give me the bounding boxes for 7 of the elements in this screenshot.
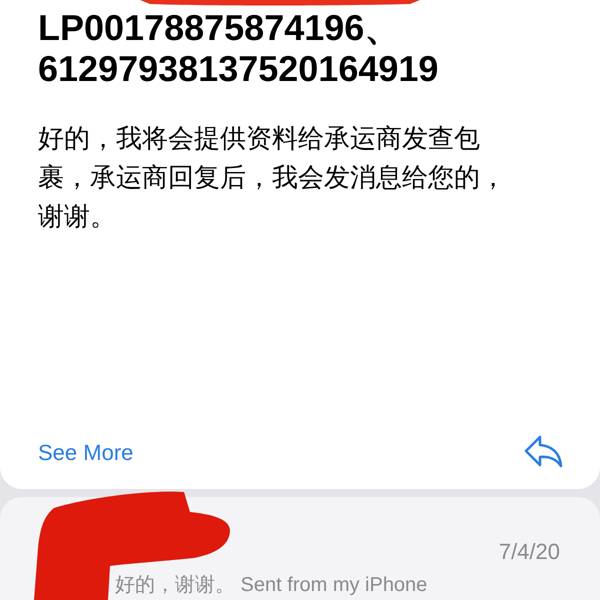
reply-icon [524, 435, 564, 469]
see-more-link[interactable]: See More [38, 436, 134, 468]
message-date: 7/4/20 [498, 538, 560, 566]
reply-button[interactable] [524, 435, 564, 469]
message-body: 好的，我将会提供资料给承运商发查包 裹，承运商回复后，我会发消息给您的， 谢谢。 [38, 122, 507, 233]
message-preview: 好的，谢谢。 Sent from my iPhone [115, 573, 428, 598]
tracking-numbers: LP00178875874196、 61297938137520164919 [38, 7, 438, 89]
